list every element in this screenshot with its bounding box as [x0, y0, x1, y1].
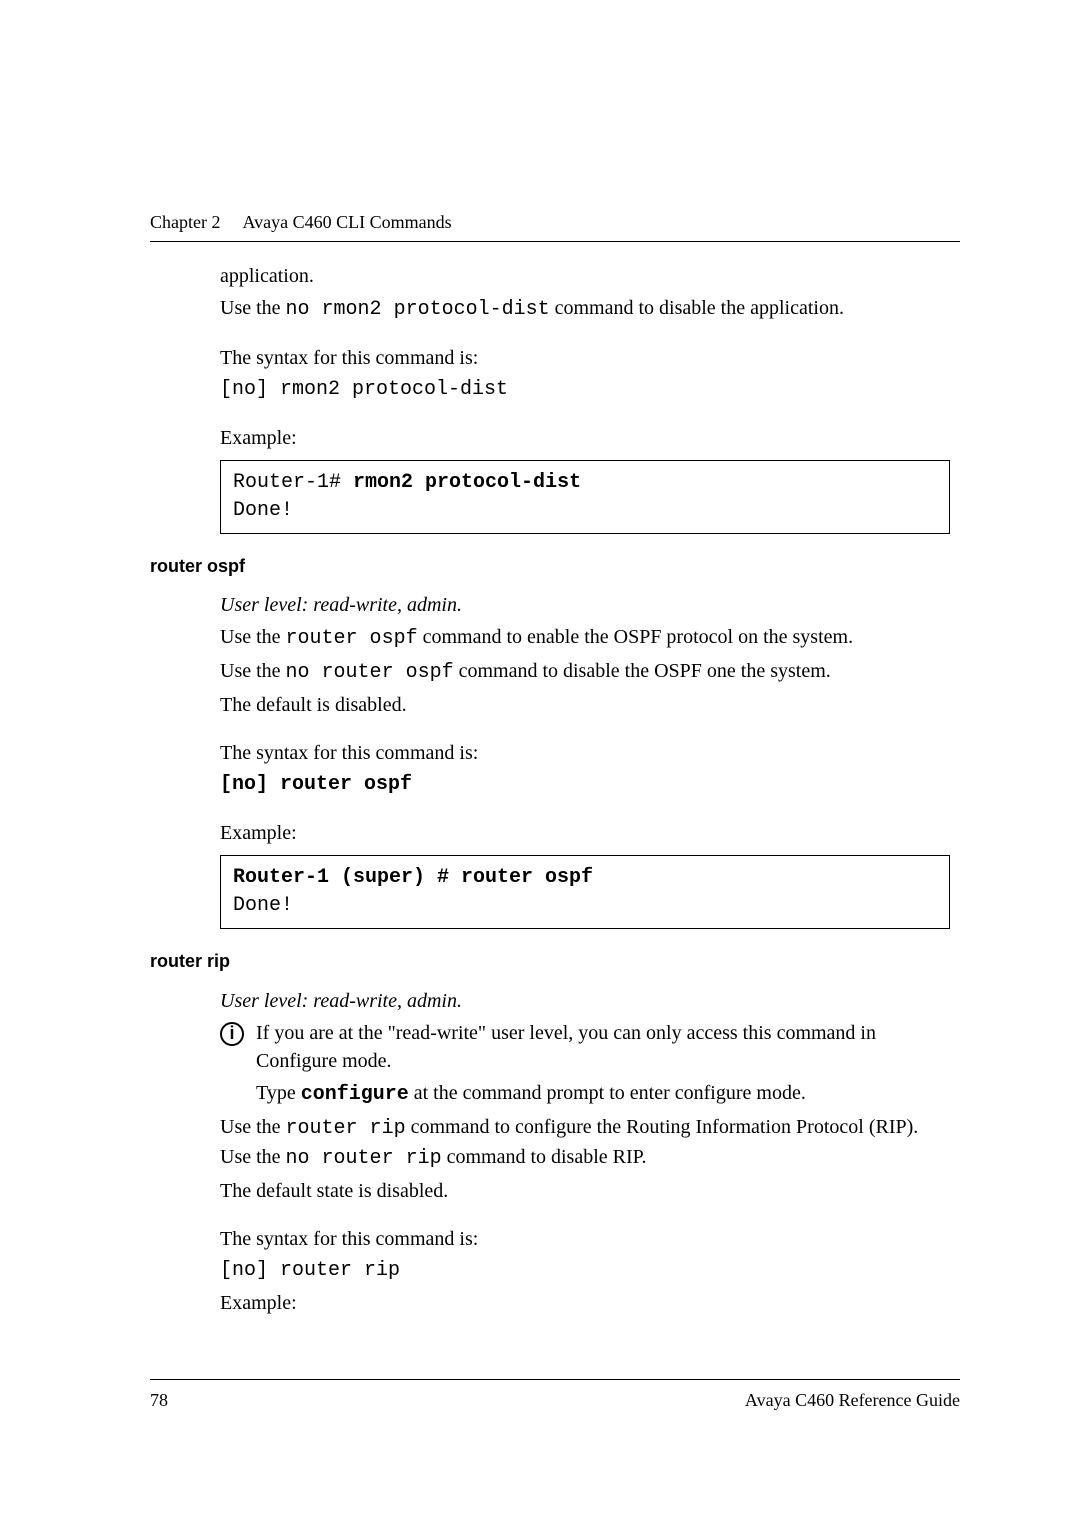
- example-label-2: Example:: [220, 819, 950, 847]
- example-2-line-1: Router-1 (super) # router ospf: [233, 864, 937, 892]
- page-footer: 78 Avaya C460 Reference Guide: [150, 1369, 960, 1413]
- example-2-line-2: Done!: [233, 892, 937, 920]
- rip-p1-post2: command to disable RIP.: [442, 1146, 647, 1168]
- ospf-p2-pre: Use the: [220, 660, 286, 682]
- example-label-3: Example:: [220, 1289, 950, 1317]
- section-rmon2-body: application. Use the no rmon2 protocol-d…: [220, 262, 950, 534]
- use-no-cmd: no rmon2 protocol-dist: [286, 298, 550, 321]
- syntax-intro-1: The syntax for this command is:: [220, 344, 950, 372]
- rip-use-sentence: Use the router rip command to configure …: [220, 1113, 950, 1173]
- heading-router-ospf: router ospf: [150, 554, 960, 579]
- ospf-p2-cmd: no router ospf: [286, 661, 454, 684]
- ospf-p1-post: command to enable the OSPF protocol on t…: [418, 626, 854, 648]
- chapter-label: Chapter 2: [150, 210, 220, 235]
- ospf-p1-cmd: router ospf: [286, 627, 418, 650]
- guide-title: Avaya C460 Reference Guide: [745, 1388, 960, 1413]
- syntax-line-2: [no] router ospf: [220, 771, 950, 799]
- user-level-ospf: User level: read-write, admin.: [220, 591, 950, 619]
- note-line-2: Type configure at the command prompt to …: [256, 1079, 950, 1109]
- header-rule: [150, 241, 960, 242]
- ospf-disable-sentence: Use the no router ospf command to disabl…: [220, 657, 950, 687]
- note-body: If you are at the "read-write" user leve…: [256, 1019, 950, 1113]
- page-number: 78: [150, 1388, 168, 1413]
- ospf-default: The default is disabled.: [220, 691, 950, 719]
- note-l2-cmd: configure: [301, 1083, 409, 1106]
- note-row: i If you are at the "read-write" user le…: [220, 1019, 950, 1113]
- note-line-1: If you are at the "read-write" user leve…: [256, 1019, 950, 1075]
- user-level-rip: User level: read-write, admin.: [220, 987, 950, 1015]
- info-icon: i: [220, 1022, 244, 1046]
- footer-rule: [150, 1379, 960, 1380]
- example-label-1: Example:: [220, 424, 950, 452]
- syntax-intro-2: The syntax for this command is:: [220, 739, 950, 767]
- heading-router-rip: router rip: [150, 949, 960, 974]
- cont-application: application.: [220, 262, 950, 290]
- section-rip-body: User level: read-write, admin. i If you …: [220, 987, 950, 1317]
- running-header: Chapter 2 Avaya C460 CLI Commands: [150, 210, 960, 235]
- use-no-sentence: Use the no rmon2 protocol-dist command t…: [220, 294, 950, 324]
- ospf-p2-post: command to disable the OSPF one the syst…: [454, 660, 831, 682]
- example-1-line-1: Router-1# rmon2 protocol-dist: [233, 469, 937, 497]
- use-no-suffix: command to disable the application.: [550, 297, 844, 319]
- ex1-prompt: Router-1#: [233, 471, 353, 494]
- ospf-p1-pre: Use the: [220, 626, 286, 648]
- syntax-line-3: [no] router rip: [220, 1257, 950, 1285]
- document-page: Chapter 2 Avaya C460 CLI Commands applic…: [0, 0, 1080, 1528]
- ex1-cmd: rmon2 protocol-dist: [353, 471, 581, 494]
- rip-p1-cmd2: no router rip: [286, 1147, 442, 1170]
- section-ospf-body: User level: read-write, admin. Use the r…: [220, 591, 950, 929]
- example-box-2: Router-1 (super) # router ospf Done!: [220, 855, 950, 929]
- example-box-1: Router-1# rmon2 protocol-dist Done!: [220, 460, 950, 534]
- rip-p1-cmd: router rip: [286, 1117, 406, 1140]
- use-no-prefix: Use the: [220, 297, 286, 319]
- example-1-line-2: Done!: [233, 497, 937, 525]
- syntax-line-1: [no] rmon2 protocol-dist: [220, 376, 950, 404]
- footer-row: 78 Avaya C460 Reference Guide: [150, 1388, 960, 1413]
- syntax-intro-3: The syntax for this command is:: [220, 1225, 950, 1253]
- rip-default: The default state is disabled.: [220, 1177, 950, 1205]
- ospf-enable-sentence: Use the router ospf command to enable th…: [220, 623, 950, 653]
- chapter-title: Avaya C460 CLI Commands: [242, 210, 451, 235]
- note-l2-pre: Type: [256, 1082, 301, 1104]
- note-l2-post: at the command prompt to enter configure…: [409, 1082, 806, 1104]
- rip-p1-pre: Use the: [220, 1116, 286, 1138]
